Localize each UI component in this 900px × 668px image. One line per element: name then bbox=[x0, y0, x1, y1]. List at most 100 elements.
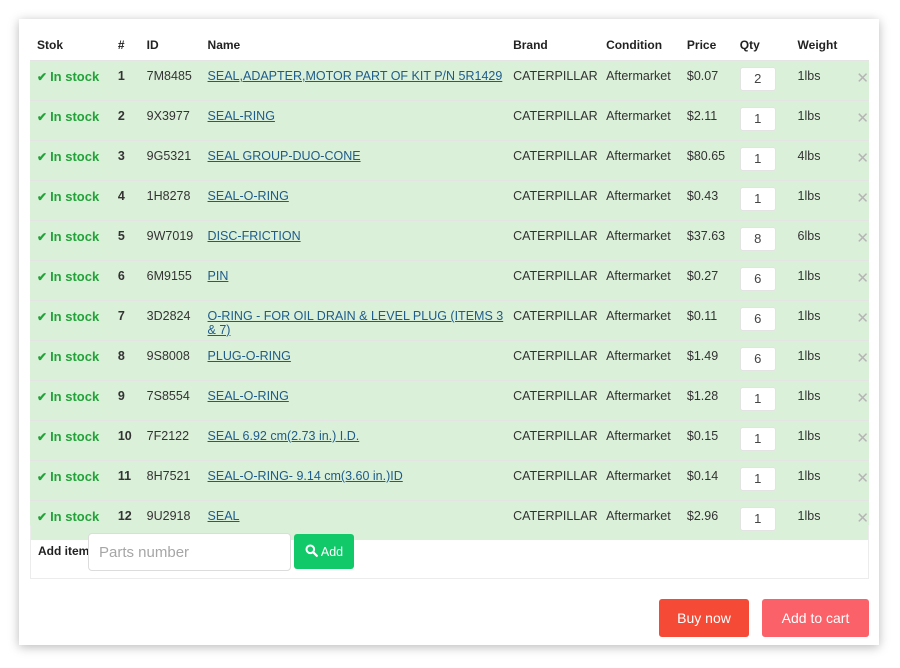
qty-cell bbox=[732, 420, 791, 461]
check-icon: ✔ bbox=[37, 150, 48, 164]
condition: Aftermarket bbox=[606, 349, 671, 363]
name-cell: SEAL-RING bbox=[200, 100, 507, 141]
quantity-input[interactable] bbox=[739, 467, 776, 491]
remove-icon[interactable]: ✕ bbox=[856, 221, 869, 247]
price-cell: $1.49 bbox=[679, 340, 733, 381]
remove-icon[interactable]: ✕ bbox=[856, 421, 869, 447]
remove-icon[interactable]: ✕ bbox=[856, 501, 869, 527]
brand-cell: CATERPILLAR bbox=[506, 220, 600, 261]
weight: 1lbs bbox=[797, 429, 821, 443]
quantity-input[interactable] bbox=[739, 67, 776, 91]
part-name-link[interactable]: SEAL-O-RING bbox=[208, 389, 289, 403]
number-cell: 6 bbox=[110, 260, 140, 301]
brand: CATERPILLAR bbox=[513, 69, 598, 83]
id-cell: 7M8485 bbox=[139, 60, 201, 101]
price-cell: $0.15 bbox=[679, 420, 733, 461]
weight-cell: 4lbs bbox=[790, 140, 850, 181]
stock-status: ✔ In stock bbox=[37, 381, 111, 404]
number-cell: 1 bbox=[110, 60, 140, 101]
remove-icon[interactable]: ✕ bbox=[856, 141, 869, 167]
price: $1.28 bbox=[686, 389, 719, 403]
price: $2.11 bbox=[686, 109, 718, 123]
weight-cell: 1lbs bbox=[790, 60, 850, 101]
remove-cell: ✕ bbox=[849, 260, 869, 301]
condition-cell: Aftermarket bbox=[599, 60, 680, 101]
row-number: 8 bbox=[117, 349, 125, 363]
stock-label: In stock bbox=[50, 469, 100, 484]
quantity-input[interactable] bbox=[739, 387, 776, 411]
part-name-link[interactable]: SEAL,ADAPTER,MOTOR PART OF KIT P/N 5R142… bbox=[208, 69, 503, 83]
quantity-input[interactable] bbox=[739, 107, 776, 131]
remove-icon[interactable]: ✕ bbox=[856, 61, 869, 87]
quantity-input[interactable] bbox=[739, 147, 776, 171]
check-icon: ✔ bbox=[37, 110, 48, 124]
check-icon: ✔ bbox=[37, 350, 48, 364]
row-number: 1 bbox=[117, 69, 125, 83]
stock-cell: ✔ In stock bbox=[30, 460, 111, 501]
quantity-input[interactable] bbox=[739, 187, 776, 211]
quantity-input[interactable] bbox=[739, 347, 776, 371]
part-id: 1H8278 bbox=[146, 189, 191, 203]
condition: Aftermarket bbox=[606, 109, 671, 123]
id-cell: 3D2824 bbox=[139, 300, 201, 341]
remove-icon[interactable]: ✕ bbox=[856, 261, 869, 287]
part-name-link[interactable]: PIN bbox=[208, 269, 229, 283]
part-name-link[interactable]: SEAL bbox=[208, 509, 240, 523]
condition-cell: Aftermarket bbox=[599, 300, 680, 341]
buy-now-button[interactable]: Buy now bbox=[659, 599, 749, 637]
remove-icon[interactable]: ✕ bbox=[856, 301, 869, 327]
brand-cell: CATERPILLAR bbox=[506, 460, 600, 501]
quantity-input[interactable] bbox=[739, 427, 776, 451]
header-remove bbox=[849, 30, 869, 61]
parts-number-input[interactable] bbox=[88, 533, 291, 571]
remove-cell: ✕ bbox=[849, 140, 869, 181]
id-cell: 8H7521 bbox=[139, 460, 201, 501]
part-name-link[interactable]: DISC-FRICTION bbox=[208, 229, 301, 243]
check-icon: ✔ bbox=[37, 430, 48, 444]
id-cell: 1H8278 bbox=[139, 180, 201, 221]
stock-label: In stock bbox=[50, 149, 100, 164]
row-number: 3 bbox=[117, 149, 125, 163]
remove-icon[interactable]: ✕ bbox=[856, 461, 869, 487]
check-icon: ✔ bbox=[37, 510, 48, 524]
brand: CATERPILLAR bbox=[513, 109, 598, 123]
part-name-link[interactable]: SEAL GROUP-DUO-CONE bbox=[208, 149, 361, 163]
qty-cell bbox=[732, 340, 791, 381]
remove-icon[interactable]: ✕ bbox=[856, 101, 869, 127]
part-name-link[interactable]: SEAL-RING bbox=[208, 109, 275, 123]
remove-cell: ✕ bbox=[849, 460, 869, 501]
part-name-link[interactable]: SEAL-O-RING- 9.14 cm(3.60 in.)ID bbox=[208, 469, 403, 483]
weight: 1lbs bbox=[797, 469, 821, 483]
part-name-link[interactable]: O-RING - FOR OIL DRAIN & LEVEL PLUG (ITE… bbox=[208, 309, 504, 337]
part-name-link[interactable]: PLUG-O-RING bbox=[208, 349, 291, 363]
remove-cell: ✕ bbox=[849, 420, 869, 461]
condition: Aftermarket bbox=[606, 69, 671, 83]
part-id: 9G5321 bbox=[146, 149, 192, 163]
quantity-input[interactable] bbox=[739, 267, 776, 291]
part-name-link[interactable]: SEAL-O-RING bbox=[208, 189, 289, 203]
remove-icon[interactable]: ✕ bbox=[856, 341, 869, 367]
remove-cell: ✕ bbox=[849, 300, 869, 341]
remove-cell: ✕ bbox=[849, 340, 869, 381]
part-id: 7M8485 bbox=[146, 69, 192, 83]
remove-icon[interactable]: ✕ bbox=[856, 181, 869, 207]
weight-cell: 1lbs bbox=[790, 260, 850, 301]
stock-status: ✔ In stock bbox=[37, 261, 111, 284]
stock-status: ✔ In stock bbox=[37, 141, 111, 164]
remove-icon[interactable]: ✕ bbox=[856, 381, 869, 407]
add-item-button[interactable]: Add bbox=[294, 534, 354, 569]
weight: 1lbs bbox=[797, 69, 821, 83]
stock-label: In stock bbox=[50, 189, 100, 204]
brand: CATERPILLAR bbox=[513, 429, 598, 443]
add-to-cart-button[interactable]: Add to cart bbox=[762, 599, 869, 637]
quantity-input[interactable] bbox=[739, 307, 776, 331]
price: $0.43 bbox=[686, 189, 719, 203]
weight-cell: 1lbs bbox=[790, 460, 850, 501]
table-row: ✔ In stock 6 6M9155 PIN CATERPILLAR Aftermarke… bbox=[30, 260, 869, 301]
quantity-input[interactable] bbox=[739, 227, 776, 251]
weight: 1lbs bbox=[797, 509, 821, 523]
cart-card: Stok # ID Name Brand Condition Price Qty… bbox=[19, 19, 879, 645]
price-cell: $37.63 bbox=[679, 220, 733, 261]
part-name-link[interactable]: SEAL 6.92 cm(2.73 in.) I.D. bbox=[208, 429, 360, 443]
weight-cell: 1lbs bbox=[790, 100, 850, 141]
